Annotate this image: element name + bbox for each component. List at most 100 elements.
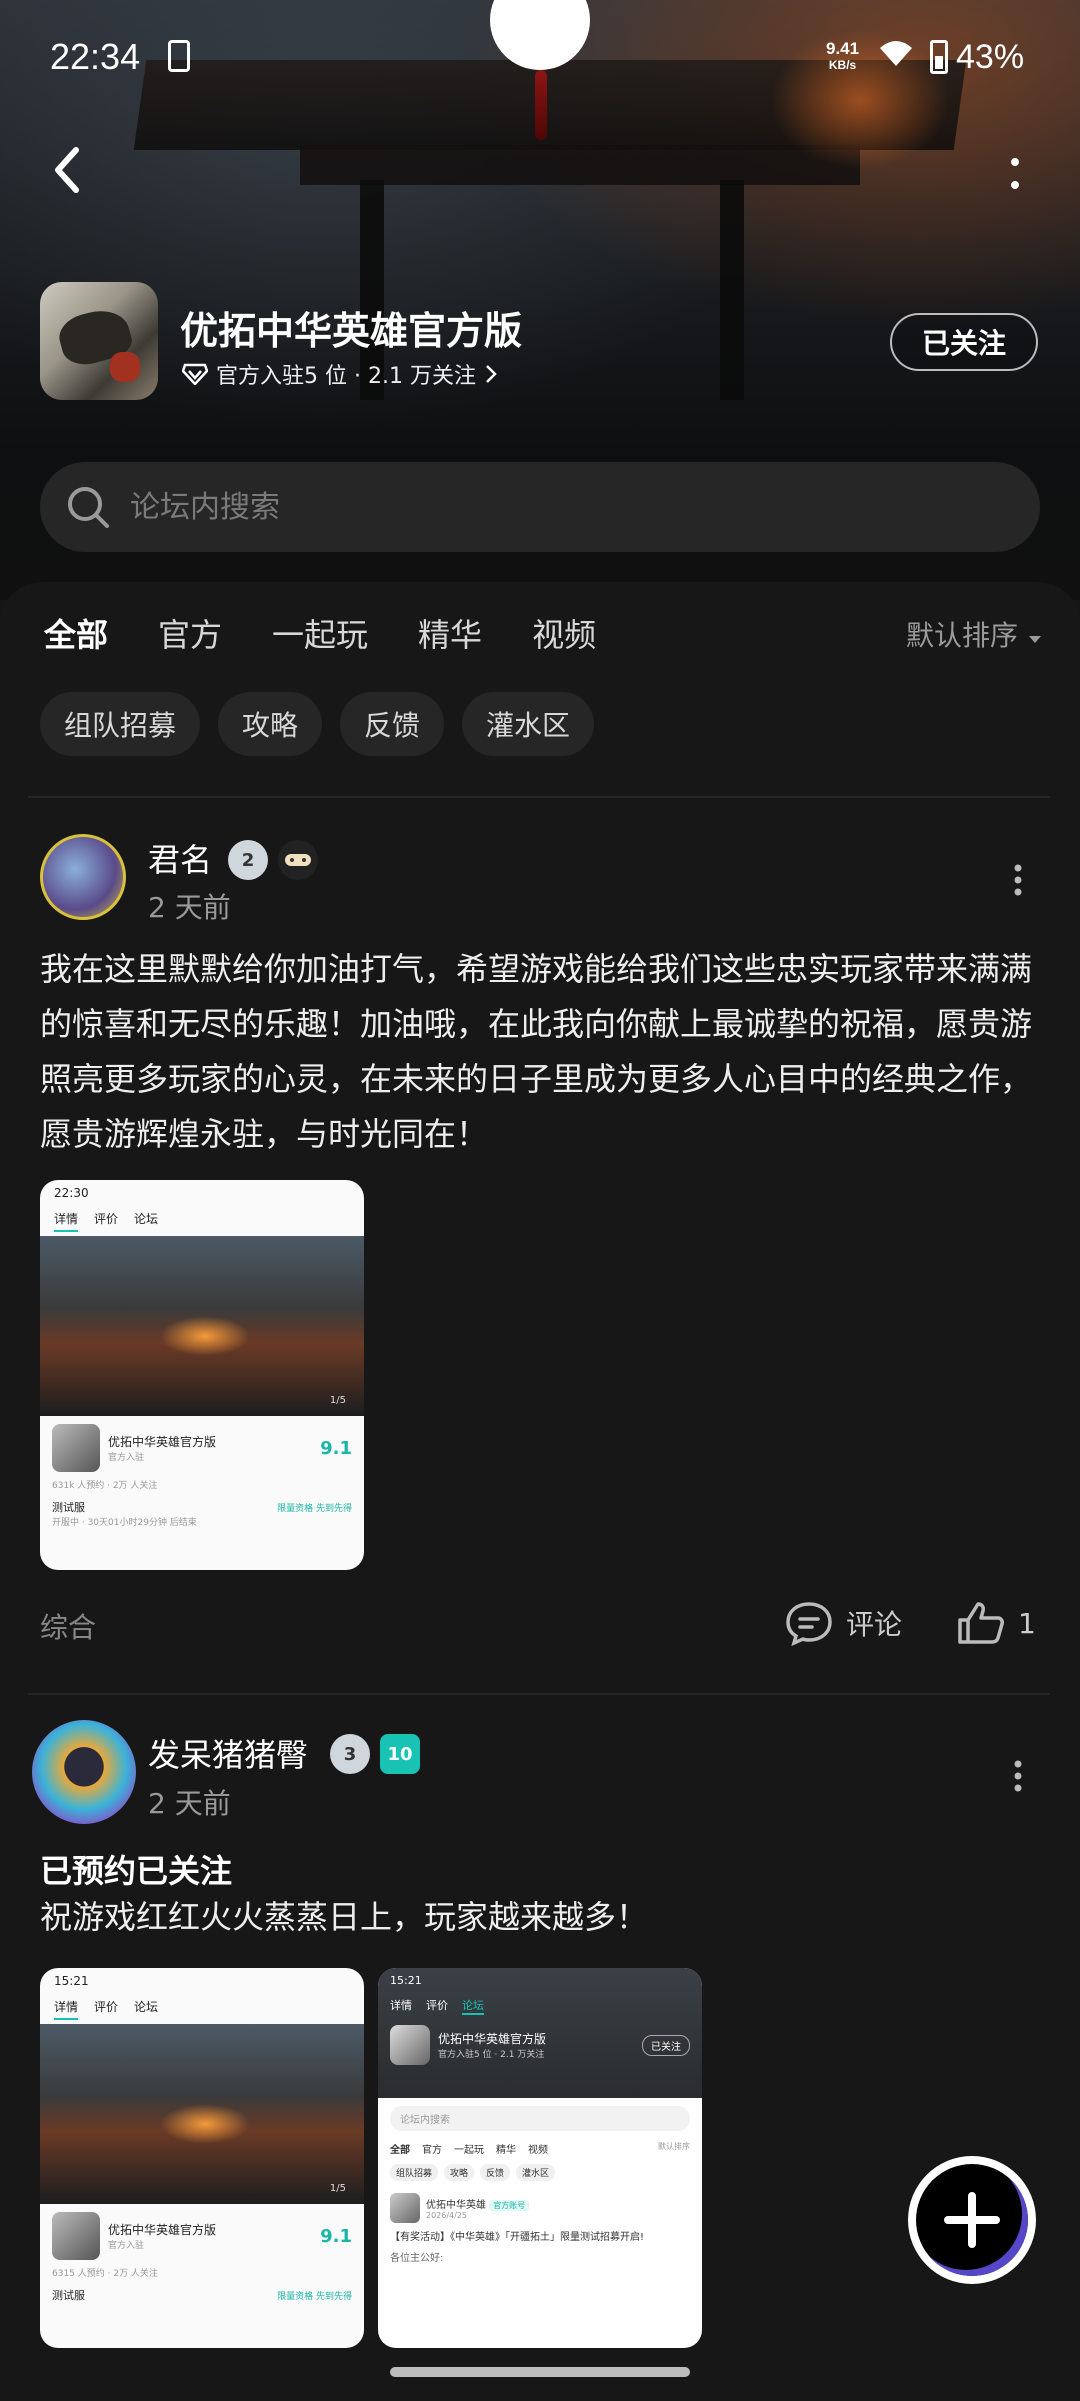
net-speed-value: 9.41	[826, 39, 860, 58]
caret-down-icon	[1028, 636, 1041, 643]
post-author[interactable]: 发呆猪猪臀	[148, 1730, 308, 1776]
shot-post-title: 【有奖活动】《中华英雄》「开疆拓土」限量测试招募开启!	[390, 2232, 645, 2243]
shot-score: 9.1	[320, 2225, 352, 2247]
like-button[interactable]: 1	[956, 1600, 1036, 1646]
shot-tab: 视频	[528, 2145, 548, 2156]
more-options-icon[interactable]	[990, 150, 1040, 200]
shot-chip: 攻略	[444, 2164, 475, 2181]
shot-game-icon	[390, 2025, 430, 2065]
shot-post-author-row: 优拓中华英雄 官方账号	[426, 2196, 530, 2211]
shot-tabs: 全部 官方 一起玩 精华 视频 默认排序	[390, 2141, 690, 2156]
shot-tab: 精华	[496, 2145, 516, 2156]
level-badge: 3	[330, 1734, 370, 1774]
create-post-button[interactable]	[908, 2156, 1036, 2284]
gamepad-icon	[285, 854, 311, 866]
shot-fire-art	[160, 1316, 250, 1356]
follow-button[interactable]: 已关注	[890, 313, 1038, 371]
tab-official[interactable]: 官方	[158, 610, 222, 656]
forum-search-bar[interactable]	[40, 462, 1040, 552]
search-input[interactable]	[128, 488, 932, 526]
shot-game-title: 优拓中华英雄官方版	[108, 2223, 217, 2237]
post-body: 我在这里默默给你加油打气，希望游戏能给我们这些忠实玩家带来满满的惊喜和无尽的乐趣…	[40, 950, 1033, 1153]
tab-all[interactable]: 全部	[44, 610, 108, 662]
tab-play-together[interactable]: 一起玩	[272, 610, 368, 656]
network-speed: 9.41 KB/s	[826, 40, 859, 74]
chip-guides[interactable]: 攻略	[218, 692, 323, 756]
shot-tab: 官方	[422, 2145, 442, 2156]
game-meta-text: 官方入驻5 位 · 2.1 万关注	[216, 364, 476, 389]
shot-post-badge: 官方账号	[489, 2200, 530, 2211]
post-more-icon[interactable]	[1008, 860, 1028, 900]
shot-tab: 全部	[390, 2145, 410, 2156]
chip-feedback[interactable]: 反馈	[340, 692, 445, 756]
game-title: 优拓中华英雄官方版	[180, 309, 523, 353]
tab-video[interactable]: 视频	[532, 610, 596, 656]
shot-nav: 详情 评价 论坛	[40, 1994, 364, 2024]
shot-info: 优拓中华英雄官方版 官方入驻 9.1 631k 人预约 · 2万 人关注 测试服…	[40, 1416, 364, 1536]
divider	[28, 1693, 1050, 1695]
search-icon	[68, 487, 109, 528]
shot-game-title: 优拓中华英雄官方版	[108, 1435, 217, 1449]
game-icon[interactable]	[40, 282, 158, 400]
avatar[interactable]	[40, 834, 126, 920]
post-screenshot[interactable]: 15:21 详情 评价 论坛 1/5 优拓中华英雄官方版 官方入驻 9.1 63…	[40, 1968, 364, 2348]
chevron-right-icon	[486, 365, 497, 383]
camera-cutout	[490, 0, 590, 70]
home-indicator[interactable]	[390, 2367, 690, 2377]
post-author[interactable]: 君名	[148, 835, 212, 881]
plus-icon	[944, 2192, 1000, 2248]
plus-icon-wrap	[916, 2164, 1028, 2276]
post-more-icon[interactable]	[1008, 1756, 1028, 1796]
shot-tab: 论坛	[134, 2000, 159, 2014]
shot-tab: 论坛	[462, 1997, 484, 2015]
shot-chip: 组队招募	[390, 2164, 439, 2181]
wifi-icon	[880, 41, 912, 66]
shot-cta: 限量资格 先到先得	[277, 2291, 352, 2302]
comment-icon	[786, 1602, 832, 1646]
shot-post-date: 2026/4/25	[426, 2211, 468, 2220]
post-time: 2 天前	[148, 1787, 231, 1820]
post-screenshot[interactable]: 15:21 详情 评价 论坛 优拓中华英雄官方版 官方入驻5 位 · 2.1 万…	[378, 1968, 702, 2348]
shot-server: 测试服	[52, 2289, 85, 2302]
shot-game-sub: 官方入驻	[108, 1453, 145, 1463]
rank-badge: 10	[380, 1734, 420, 1774]
sort-dropdown[interactable]: 默认排序	[906, 614, 1043, 654]
post-time: 2 天前	[148, 891, 231, 924]
post-screenshot[interactable]: 22:30 详情 评价 论坛 1/5 优拓中华英雄官方版 官方入驻 9.1 63…	[40, 1180, 364, 1570]
shot-image-counter: 1/5	[329, 2183, 346, 2194]
shot-tab: 一起玩	[454, 2145, 484, 2156]
shot-tab: 评价	[94, 2000, 119, 2014]
shot-game-icon	[52, 1424, 100, 1472]
shot-follow: 已关注	[642, 2034, 690, 2056]
chip-chat[interactable]: 灌水区	[462, 692, 595, 756]
shot-tab: 评价	[426, 1999, 448, 2012]
shot-tab: 详情	[54, 1998, 79, 2020]
post-category[interactable]: 综合	[40, 1606, 96, 1646]
shot-chips: 组队招募 攻略 反馈 灌水区	[390, 2164, 690, 2181]
shot-nav: 详情 评价 论坛	[390, 1997, 690, 2015]
shot-game-sub: 官方入驻	[108, 2241, 145, 2251]
like-count: 1	[1018, 1606, 1036, 1640]
shot-post-head: 优拓中华英雄 官方账号 2026/4/25	[390, 2193, 690, 2223]
shot-post-avatar	[390, 2193, 420, 2223]
comment-label: 评论	[846, 1608, 903, 1641]
comment-button[interactable]: 评论	[784, 1600, 902, 1646]
game-meta[interactable]: 官方入驻5 位 · 2.1 万关注	[182, 358, 498, 390]
avatar[interactable]	[32, 1720, 136, 1824]
shot-post-greet: 各位主公好:	[390, 2253, 444, 2264]
shot-game-row: 优拓中华英雄官方版 官方入驻5 位 · 2.1 万关注 已关注	[390, 2025, 690, 2065]
forum-tabs: 全部 官方 一起玩 精华 视频	[44, 610, 596, 662]
level-badge: 2	[228, 840, 268, 880]
post-body: 祝游戏红红火火蒸蒸日上，玩家越来越多！	[40, 1898, 649, 1936]
phone-icon	[168, 40, 190, 72]
tab-featured[interactable]: 精华	[418, 610, 482, 656]
back-arrow-icon[interactable]	[44, 140, 92, 200]
battery-percent: 43%	[956, 38, 1025, 76]
shot-server: 测试服	[52, 1501, 85, 1514]
shot-image-counter: 1/5	[329, 1395, 346, 1406]
chip-team-recruit[interactable]: 组队招募	[40, 692, 201, 756]
shot-nav: 详情 评价 论坛	[40, 1206, 364, 1236]
shot-score: 9.1	[320, 1437, 352, 1459]
sort-label: 默认排序	[906, 619, 1019, 652]
status-time: 22:34	[50, 36, 141, 77]
